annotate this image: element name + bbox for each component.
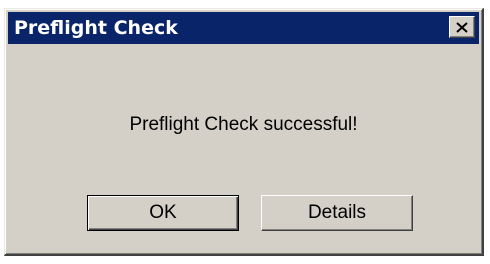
details-button[interactable]: Details — [261, 195, 413, 231]
status-message: Preflight Check successful! — [129, 114, 358, 135]
preflight-check-dialog: Preflight Check Preflight Check successf… — [4, 8, 484, 256]
ok-button[interactable]: OK — [87, 195, 239, 231]
close-button[interactable] — [449, 16, 475, 38]
close-icon — [456, 21, 468, 33]
window-title: Preflight Check — [14, 17, 178, 39]
title-bar[interactable]: Preflight Check — [8, 12, 479, 44]
